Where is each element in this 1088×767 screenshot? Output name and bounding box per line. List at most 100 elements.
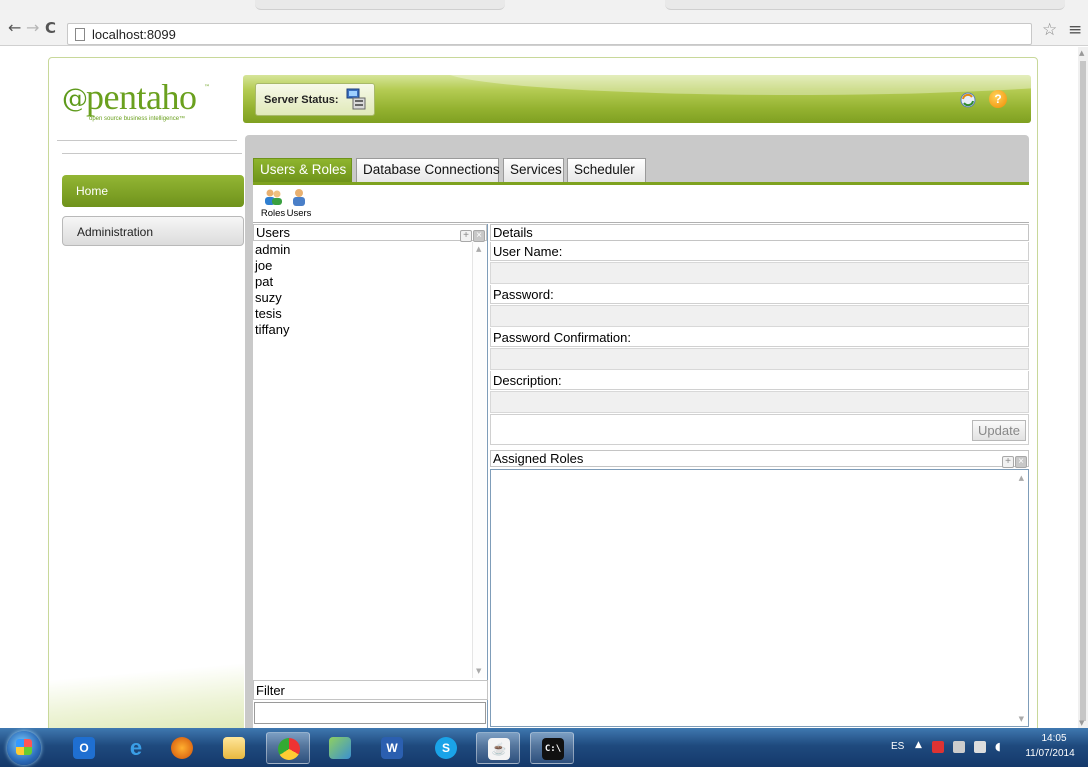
- header-bar: Server Status: ?: [243, 75, 1031, 123]
- header-gloss: [443, 75, 1031, 95]
- reload-icon[interactable]: C: [45, 19, 56, 37]
- administration-panel: Users & Roles Database Connections Servi…: [245, 135, 1029, 731]
- start-button[interactable]: [7, 731, 41, 765]
- password-field[interactable]: [490, 305, 1029, 327]
- url-text[interactable]: localhost:8099: [92, 27, 176, 42]
- user-icon: [293, 189, 305, 206]
- update-row: Update: [490, 414, 1029, 445]
- tab-database-connections[interactable]: Database Connections: [356, 158, 500, 182]
- decorative-swoosh: [49, 651, 244, 731]
- browser-tab[interactable]: [255, 0, 505, 10]
- password-confirmation-field[interactable]: [490, 348, 1029, 370]
- tab-scheduler[interactable]: Scheduler: [567, 158, 646, 182]
- back-arrow-icon[interactable]: ←: [8, 19, 21, 37]
- browser-tab[interactable]: [665, 0, 1065, 10]
- system-tray: ES ▲ ◖ 14:05 11/07/2014: [885, 728, 1088, 767]
- folder-icon: [223, 737, 245, 759]
- taskbar-pictures[interactable]: [318, 732, 362, 764]
- server-status[interactable]: Server Status:: [255, 83, 375, 116]
- list-item[interactable]: tesis: [253, 306, 484, 322]
- taskbar-java[interactable]: ☕: [476, 732, 520, 764]
- page-scrollbar[interactable]: ▲ ▼: [1078, 47, 1088, 728]
- list-item[interactable]: joe: [253, 258, 484, 274]
- address-bar[interactable]: localhost:8099: [67, 23, 1032, 45]
- server-icon[interactable]: [346, 88, 366, 110]
- user-name-field[interactable]: [490, 262, 1029, 284]
- browser-menu-icon[interactable]: ≡: [1068, 20, 1082, 40]
- divider: [62, 153, 242, 154]
- forward-arrow-icon[interactable]: →: [26, 19, 39, 37]
- language-indicator[interactable]: ES: [891, 741, 904, 752]
- users-button[interactable]: Users: [285, 188, 313, 220]
- nav-home-button[interactable]: Home: [62, 175, 244, 207]
- pentaho-app: @ pentaho ™ open source business intelli…: [48, 57, 1038, 732]
- filter-input[interactable]: [254, 702, 486, 724]
- taskbar-skype[interactable]: S: [424, 732, 468, 764]
- list-item[interactable]: tiffany: [253, 322, 484, 338]
- list-item[interactable]: suzy: [253, 290, 484, 306]
- assigned-roles-header: Assigned Roles + ×: [490, 450, 1029, 468]
- scroll-up-icon[interactable]: ▲: [1079, 49, 1084, 57]
- list-item[interactable]: pat: [253, 274, 484, 290]
- page-icon: [75, 28, 85, 41]
- clock-date[interactable]: 11/07/2014: [1014, 748, 1086, 759]
- scroll-up-icon[interactable]: ▲: [1019, 474, 1024, 482]
- description-field[interactable]: [490, 391, 1029, 413]
- word-icon: W: [381, 737, 403, 759]
- command-prompt-icon: C:\: [542, 738, 564, 760]
- chrome-icon: [278, 738, 300, 760]
- password-label: Password:: [490, 285, 1029, 304]
- power-icon[interactable]: [953, 741, 965, 753]
- users-scrollbar[interactable]: ▲ ▼: [472, 242, 486, 678]
- tab-services[interactable]: Services: [503, 158, 564, 182]
- photos-icon: [329, 737, 351, 759]
- scroll-down-icon[interactable]: ▼: [1079, 719, 1084, 727]
- taskbar-firefox[interactable]: [160, 732, 204, 764]
- bookmark-star-icon[interactable]: ☆: [1042, 20, 1057, 40]
- logo-tagline: open source business intelligence™: [89, 116, 186, 122]
- scroll-down-icon[interactable]: ▼: [1019, 715, 1024, 723]
- help-icon[interactable]: ?: [989, 90, 1007, 108]
- assigned-roles-list[interactable]: ▲ ▼: [490, 469, 1029, 727]
- taskbar-explorer[interactable]: [212, 732, 256, 764]
- taskbar-chrome[interactable]: [266, 732, 310, 764]
- users-header: Users + ×: [253, 224, 487, 242]
- taskbar-word[interactable]: W: [370, 732, 414, 764]
- tray-expand-icon[interactable]: ▲: [915, 740, 922, 750]
- list-item[interactable]: admin: [253, 242, 484, 258]
- server-status-label: Server Status:: [264, 94, 339, 106]
- refresh-icon[interactable]: [959, 91, 977, 109]
- taskbar: O e W S ☕ C:\ ES ▲ ◖ 14:05 11/07/2014: [0, 728, 1088, 767]
- tab-users-roles[interactable]: Users & Roles: [253, 158, 352, 182]
- taskbar-ie[interactable]: e: [114, 732, 158, 764]
- volume-icon[interactable]: ◖: [995, 741, 1007, 753]
- add-user-icon[interactable]: +: [460, 230, 472, 242]
- taskbar-outlook[interactable]: O: [62, 732, 106, 764]
- browser-tabstrip: [0, 0, 1088, 10]
- scroll-down-icon[interactable]: ▼: [476, 667, 481, 675]
- logo-word: pentaho: [86, 77, 197, 117]
- users-roles-body: Roles Users Users + × admin joe pat suzy…: [253, 185, 1029, 731]
- divider: [57, 140, 237, 141]
- users-list[interactable]: admin joe pat suzy tesis tiffany: [253, 242, 485, 678]
- roles-icon: [265, 189, 282, 205]
- scroll-up-icon[interactable]: ▲: [476, 245, 481, 253]
- remove-role-icon[interactable]: ×: [1015, 456, 1027, 468]
- details-title: Details: [493, 225, 533, 240]
- action-center-icon[interactable]: [932, 741, 944, 753]
- roles-button[interactable]: Roles: [259, 188, 287, 220]
- add-role-icon[interactable]: +: [1002, 456, 1014, 468]
- network-icon[interactable]: [974, 741, 986, 753]
- clock-time[interactable]: 14:05: [1024, 733, 1084, 744]
- roles-label: Roles: [260, 208, 286, 219]
- user-name-label: User Name:: [490, 242, 1029, 261]
- update-button[interactable]: Update: [972, 420, 1026, 441]
- delete-user-icon[interactable]: ×: [473, 230, 485, 242]
- description-label: Description:: [490, 371, 1029, 390]
- outlook-icon: O: [73, 737, 95, 759]
- filter-label: Filter: [253, 680, 488, 700]
- taskbar-cmd[interactable]: C:\: [530, 732, 574, 764]
- skype-icon: S: [435, 737, 457, 759]
- nav-administration-button[interactable]: Administration: [62, 216, 244, 246]
- scroll-thumb[interactable]: [1080, 61, 1086, 721]
